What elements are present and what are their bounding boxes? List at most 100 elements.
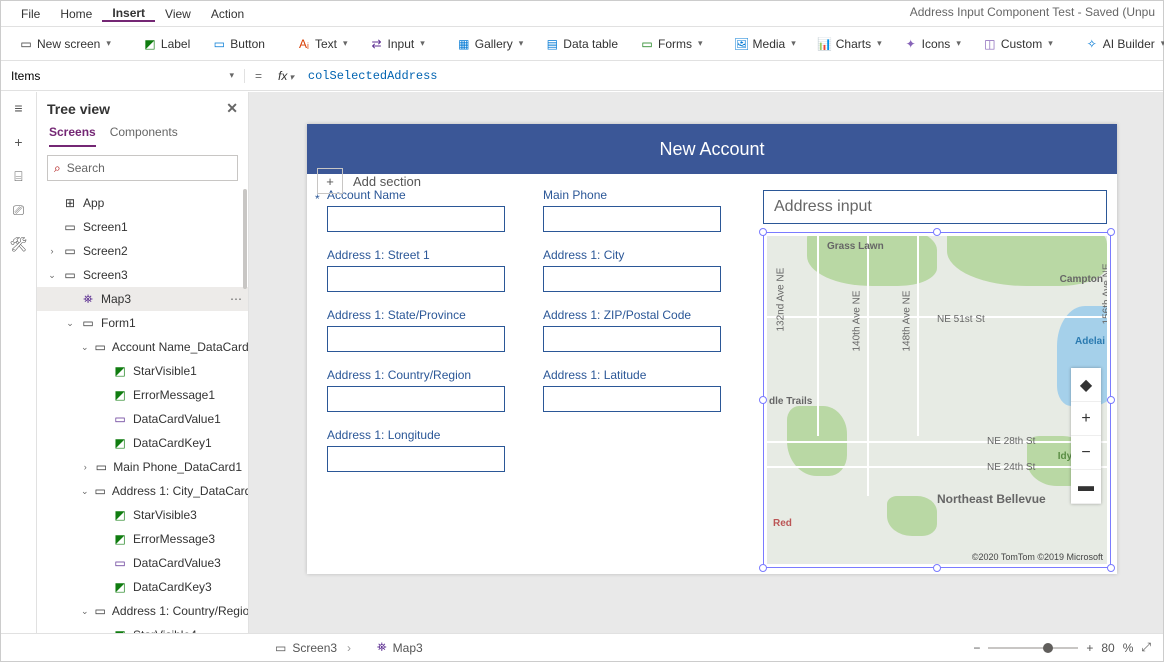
input-latitude[interactable] <box>543 386 721 412</box>
form-title: New Account <box>659 139 764 160</box>
advanced-tools-icon[interactable]: 🛠 <box>9 234 29 254</box>
ai-builder-label: AI Builder <box>1103 37 1155 51</box>
tree-node-accname-card[interactable]: ⌄▭Account Name_DataCard1 <box>37 335 248 359</box>
menu-action[interactable]: Action <box>201 7 254 21</box>
menu-insert[interactable]: Insert <box>102 6 155 22</box>
tree-node-screen3[interactable]: ⌄▭Screen3 <box>37 263 248 287</box>
tree-node-screen1[interactable]: ▭Screen1 <box>37 215 248 239</box>
breadcrumb-map3[interactable]: ⛯Map3 <box>369 637 431 659</box>
resize-handle[interactable] <box>1107 564 1115 572</box>
icons-button[interactable]: ✦Icons▾ <box>896 31 969 57</box>
menu-file[interactable]: File <box>11 7 50 21</box>
formula-input[interactable]: colSelectedAddress <box>300 69 1163 83</box>
input-icon: ▭ <box>113 412 127 426</box>
scrollbar-thumb[interactable] <box>243 189 247 289</box>
tree-view-icon[interactable]: ≡ <box>9 98 29 118</box>
map-control[interactable]: Grass Lawn Campton Adelai NE 51st St 132… <box>767 236 1107 564</box>
tree-node-app[interactable]: ⊞App <box>37 191 248 215</box>
address-input[interactable]: Address input <box>763 190 1107 224</box>
address-input-placeholder: Address input <box>774 198 872 216</box>
input-zip[interactable] <box>543 326 721 352</box>
property-selector[interactable]: Items ▾ <box>1 69 245 83</box>
resize-handle[interactable] <box>933 228 941 236</box>
chevron-down-icon: ▾ <box>956 38 961 49</box>
zoom-out-button[interactable]: − <box>973 641 980 655</box>
data-table-icon: ▤ <box>545 37 559 51</box>
map-pitch-button[interactable]: ▬ <box>1071 470 1101 504</box>
card-icon: ▭ <box>95 604 106 618</box>
tree-label: App <box>83 196 104 210</box>
input-button[interactable]: ⇄Input▾ <box>362 31 433 57</box>
map-zoom-in-button[interactable]: + <box>1071 402 1101 436</box>
media-button[interactable]: 🖼Media▾ <box>727 31 804 57</box>
tree-label: ErrorMessage3 <box>133 532 215 546</box>
zoom-in-button[interactable]: + <box>1086 641 1093 655</box>
data-table-button[interactable]: ▤Data table <box>537 31 626 57</box>
resize-handle[interactable] <box>759 564 767 572</box>
label-icon: ◩ <box>113 364 127 378</box>
tree-label: Address 1: Country/Region_DataCarc <box>112 604 248 618</box>
custom-button[interactable]: ◫Custom▾ <box>975 31 1061 57</box>
map-label: 156th Ave NE <box>1102 264 1108 325</box>
ai-builder-button[interactable]: ✧AI Builder▾ <box>1077 31 1164 57</box>
tree-node-mainphone-card[interactable]: ›▭Main Phone_DataCard1 <box>37 455 248 479</box>
input-longitude[interactable] <box>327 446 505 472</box>
breadcrumb-screen3[interactable]: ▭Screen3› <box>267 637 359 659</box>
tree-node-form1[interactable]: ⌄▭Form1 <box>37 311 248 335</box>
insert-icon[interactable]: + <box>9 132 29 152</box>
forms-button[interactable]: ▭Forms▾ <box>632 31 711 57</box>
tree-node-datacardvalue1[interactable]: ▭DataCardValue1 <box>37 407 248 431</box>
tree-node-errormessage1[interactable]: ◩ErrorMessage1 <box>37 383 248 407</box>
search-input[interactable]: ⌕ Search <box>47 155 238 181</box>
tree-body: ⊞App ▭Screen1 ›▭Screen2 ⌄▭Screen3 ⛯Map3⋯… <box>37 189 248 633</box>
resize-handle[interactable] <box>759 228 767 236</box>
tree-node-screen2[interactable]: ›▭Screen2 <box>37 239 248 263</box>
tree-node-city-card[interactable]: ⌄▭Address 1: City_DataCard1 <box>37 479 248 503</box>
screen-icon: ▭ <box>63 244 77 258</box>
media-rail-icon[interactable]: ⎚ <box>9 200 29 220</box>
more-icon[interactable]: ⋯ <box>230 292 242 306</box>
input-state[interactable] <box>327 326 505 352</box>
tree-node-datacardkey1[interactable]: ◩DataCardKey1 <box>37 431 248 455</box>
slider-knob[interactable] <box>1043 643 1053 653</box>
tree-node-errormessage3[interactable]: ◩ErrorMessage3 <box>37 527 248 551</box>
tree-node-datacardvalue3[interactable]: ▭DataCardValue3 <box>37 551 248 575</box>
charts-button[interactable]: 📊Charts▾ <box>810 31 890 57</box>
input-city[interactable] <box>543 266 721 292</box>
button-button[interactable]: ▭Button <box>204 31 273 57</box>
media-label: Media <box>753 37 786 51</box>
tree-node-starvisible1[interactable]: ◩StarVisible1 <box>37 359 248 383</box>
gallery-button[interactable]: ▦Gallery▾ <box>449 31 532 57</box>
menu-home[interactable]: Home <box>50 7 102 21</box>
input-main-phone[interactable] <box>543 206 721 232</box>
fit-icon[interactable]: ⤢ <box>1141 640 1151 655</box>
tab-components[interactable]: Components <box>110 125 178 147</box>
resize-handle[interactable] <box>759 396 767 404</box>
tab-screens[interactable]: Screens <box>49 125 96 147</box>
breadcrumb-label: Map3 <box>393 641 423 655</box>
tree-node-datacardkey3[interactable]: ◩DataCardKey3 <box>37 575 248 599</box>
input-account-name[interactable] <box>327 206 505 232</box>
tree-node-starvisible3[interactable]: ◩StarVisible3 <box>37 503 248 527</box>
map-compass-button[interactable]: ◆ <box>1071 368 1101 402</box>
map-zoom-out-button[interactable]: − <box>1071 436 1101 470</box>
menu-view[interactable]: View <box>155 7 201 21</box>
zoom-slider[interactable] <box>988 647 1078 649</box>
forms-label: Forms <box>658 37 692 51</box>
label-button[interactable]: ◩Label <box>135 31 198 57</box>
text-button[interactable]: AᵢText▾ <box>289 31 356 57</box>
chevron-down-icon: ▾ <box>106 38 111 49</box>
tree-node-starvisible4[interactable]: ◩StarVisible4 <box>37 623 248 633</box>
tree-node-country-card[interactable]: ⌄▭Address 1: Country/Region_DataCarc <box>37 599 248 623</box>
tree-node-map3[interactable]: ⛯Map3⋯ <box>37 287 248 311</box>
add-section-button[interactable]: + Add section <box>317 168 421 194</box>
resize-handle[interactable] <box>933 564 941 572</box>
canvas[interactable]: New Account * Account Name Main Phone Ad… <box>249 92 1163 633</box>
new-screen-button[interactable]: ▭ New screen▾ <box>11 31 119 57</box>
resize-handle[interactable] <box>1107 228 1115 236</box>
input-country[interactable] <box>327 386 505 412</box>
close-icon[interactable]: ✕ <box>226 100 238 117</box>
resize-handle[interactable] <box>1107 396 1115 404</box>
input-street1[interactable] <box>327 266 505 292</box>
data-icon[interactable]: ⌸ <box>9 166 29 186</box>
